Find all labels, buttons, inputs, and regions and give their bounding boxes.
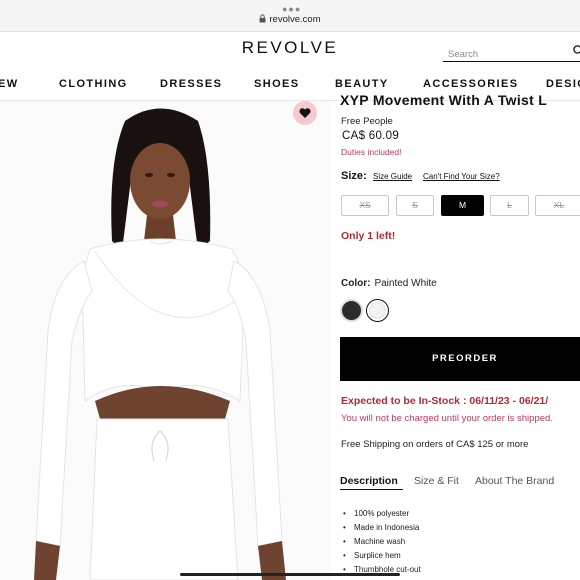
active-tab-underline <box>340 489 403 490</box>
nav-item-new[interactable]: EW <box>0 78 19 90</box>
size-guide-link[interactable]: Size Guide <box>373 172 412 181</box>
color-swatch-painted-white[interactable] <box>366 299 389 322</box>
free-shipping-note: Free Shipping on orders of CA$ 125 or mo… <box>341 439 529 450</box>
product-brand[interactable]: Free People <box>341 116 393 127</box>
search-input[interactable] <box>443 40 563 62</box>
favorite-button[interactable] <box>293 101 317 125</box>
heart-icon <box>299 108 311 118</box>
stock-note: Only 1 left! <box>341 230 396 242</box>
search-box[interactable] <box>443 40 580 62</box>
size-label: Size: <box>341 170 367 182</box>
color-label: Color: <box>341 278 371 289</box>
url-field[interactable]: revolve.com <box>0 14 580 25</box>
product-title: XYP Movement With A Twist L <box>340 92 548 108</box>
model-illustration <box>0 101 330 580</box>
nav-item-shoes[interactable]: SHOES <box>254 78 300 90</box>
description-list: 100% polyester Made in Indonesia Machine… <box>343 507 421 577</box>
url-text: revolve.com <box>269 14 321 25</box>
size-option-s[interactable]: S <box>396 195 434 216</box>
expected-in-stock: Expected to be In-Stock : 06/11/23 - 06/… <box>341 395 549 407</box>
color-swatch-black[interactable] <box>340 299 363 322</box>
color-label-row: Color: Painted White <box>341 278 437 289</box>
list-item: 100% polyester <box>343 507 421 521</box>
list-item: Made in Indonesia <box>343 521 421 535</box>
charge-note: You will not be charged until your order… <box>341 413 553 424</box>
tab-about-brand[interactable]: About The Brand <box>475 475 554 487</box>
nav-item-designers[interactable]: DESIG <box>546 78 580 90</box>
product-image[interactable] <box>0 101 330 580</box>
color-value: Painted White <box>374 278 437 289</box>
nav-item-beauty[interactable]: BEAUTY <box>335 78 389 90</box>
nav-item-dresses[interactable]: DRESSES <box>160 78 222 90</box>
product-price: CA$ 60.09 <box>342 130 400 142</box>
preorder-button[interactable]: PREORDER <box>340 337 580 381</box>
tab-description[interactable]: Description <box>340 475 398 487</box>
size-option-m[interactable]: M <box>441 195 484 216</box>
size-option-xs[interactable]: XS <box>341 195 389 216</box>
size-option-xl[interactable]: XL <box>535 195 580 216</box>
nav-item-clothing[interactable]: CLOTHING <box>59 78 128 90</box>
browser-url-bar[interactable]: ●●● revolve.com <box>0 0 580 32</box>
search-icon[interactable] <box>573 45 580 56</box>
cant-find-size-link[interactable]: Can't Find Your Size? <box>423 172 500 181</box>
lock-icon <box>259 14 266 23</box>
tab-size-fit[interactable]: Size & Fit <box>414 475 459 487</box>
more-dots-icon[interactable]: ●●● <box>282 4 301 14</box>
nav-item-accessories[interactable]: ACCESSORIES <box>423 78 518 90</box>
category-nav: EW CLOTHING DRESSES SHOES BEAUTY ACCESSO… <box>0 78 580 92</box>
size-option-l[interactable]: L <box>490 195 529 216</box>
list-item: Machine wash <box>343 535 421 549</box>
duties-note: Duties included! <box>341 147 402 157</box>
list-item: Surplice hem <box>343 549 421 563</box>
home-indicator[interactable] <box>180 573 400 576</box>
